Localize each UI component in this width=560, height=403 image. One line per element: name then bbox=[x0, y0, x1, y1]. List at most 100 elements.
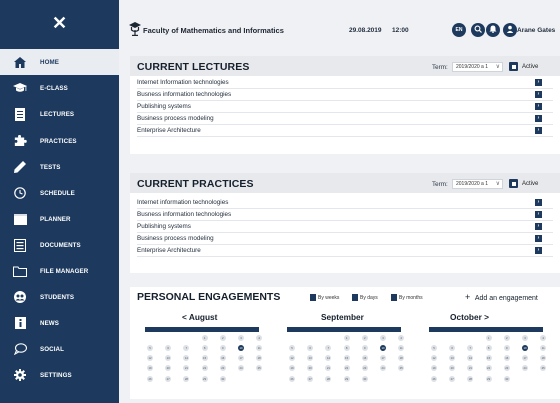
calendar-day[interactable]: 26 bbox=[289, 375, 295, 382]
calendar-day[interactable]: 16 bbox=[503, 355, 510, 362]
calendar-day[interactable]: 12 bbox=[289, 355, 295, 362]
filter-by-months[interactable]: By months bbox=[391, 294, 423, 301]
calendar-day[interactable]: 28 bbox=[325, 375, 332, 382]
calendar-day[interactable]: 28 bbox=[467, 375, 474, 382]
calendar-day[interactable]: 14 bbox=[325, 355, 332, 362]
calendar-day[interactable]: 12 bbox=[431, 355, 437, 362]
calendar-day[interactable]: 29 bbox=[201, 375, 208, 382]
calendar-day[interactable]: 26 bbox=[147, 375, 153, 382]
close-menu-button[interactable]: ✕ bbox=[0, 0, 119, 47]
list-item[interactable]: Publishing systems › bbox=[137, 221, 553, 233]
calendar-day[interactable]: 20 bbox=[165, 365, 172, 372]
calendar-day[interactable]: 4 bbox=[540, 334, 547, 341]
calendar-day[interactable]: 17 bbox=[238, 355, 244, 362]
list-item[interactable]: Busness information technologies › bbox=[137, 89, 553, 101]
sidebar-item-students[interactable]: STUDENTS bbox=[0, 284, 119, 310]
calendar-day[interactable]: 17 bbox=[522, 355, 528, 362]
calendar-day[interactable]: 6 bbox=[449, 344, 456, 351]
calendar-day[interactable]: 18 bbox=[540, 355, 547, 362]
sidebar-item-lectures[interactable]: LECTURES bbox=[0, 101, 119, 127]
sidebar-item-schedule[interactable]: SCHEDULE bbox=[0, 180, 119, 206]
calendar-day[interactable]: 15 bbox=[343, 355, 350, 362]
list-item[interactable]: Business process modeling › bbox=[137, 113, 553, 125]
calendar-day[interactable]: 15 bbox=[201, 355, 208, 362]
chevron-right-icon[interactable]: › bbox=[535, 211, 542, 218]
prev-month-button[interactable]: < bbox=[182, 312, 187, 322]
list-item[interactable]: Publishing systems › bbox=[137, 101, 553, 113]
calendar-day[interactable]: 1 bbox=[201, 334, 208, 341]
calendar-day[interactable]: 13 bbox=[307, 355, 314, 362]
calendar-day[interactable]: 27 bbox=[165, 375, 172, 382]
list-item[interactable]: Internet information technologies › bbox=[137, 197, 553, 209]
calendar-day[interactable]: 11 bbox=[256, 344, 263, 351]
calendar-day[interactable]: 20 bbox=[307, 365, 314, 372]
language-button[interactable]: EN bbox=[452, 23, 466, 37]
list-item[interactable]: Enterprise Architecture › bbox=[137, 245, 553, 257]
calendar-day[interactable]: 30 bbox=[219, 375, 226, 382]
calendar-day[interactable]: 23 bbox=[219, 365, 226, 372]
chevron-right-icon[interactable]: › bbox=[535, 91, 542, 98]
notifications-button[interactable] bbox=[486, 23, 500, 37]
calendar-day[interactable]: 21 bbox=[467, 365, 474, 372]
calendar-day[interactable]: 11 bbox=[398, 344, 405, 351]
chevron-right-icon[interactable]: › bbox=[535, 127, 542, 134]
add-engagement-button[interactable]: + Add an engagement bbox=[465, 292, 538, 302]
calendar-day[interactable]: 30 bbox=[503, 375, 510, 382]
term-select[interactable]: 2019/2020 a 1 ∨ bbox=[452, 178, 503, 189]
calendar-day[interactable]: 4 bbox=[398, 334, 405, 341]
calendar-day[interactable]: 7 bbox=[467, 344, 474, 351]
calendar-day[interactable]: 7 bbox=[325, 344, 332, 351]
chevron-right-icon[interactable]: › bbox=[535, 223, 542, 230]
calendar-day[interactable]: 30 bbox=[361, 375, 368, 382]
calendar-day[interactable]: 3 bbox=[522, 334, 528, 341]
sidebar-item-news[interactable]: NEWS bbox=[0, 310, 119, 336]
calendar-day[interactable]: 18 bbox=[256, 355, 263, 362]
calendar-day[interactable]: 2 bbox=[503, 334, 510, 341]
calendar-day[interactable]: 23 bbox=[503, 365, 510, 372]
calendar-day[interactable]: 9 bbox=[361, 344, 368, 351]
filter-by-days[interactable]: By days bbox=[352, 294, 378, 301]
calendar-day[interactable]: 10 bbox=[522, 344, 528, 351]
calendar-day[interactable]: 13 bbox=[449, 355, 456, 362]
search-button[interactable] bbox=[471, 23, 485, 37]
sidebar-item-social[interactable]: SOCIAL bbox=[0, 336, 119, 362]
sidebar-item-e-class[interactable]: E-CLASS bbox=[0, 75, 119, 101]
calendar-day[interactable]: 6 bbox=[307, 344, 314, 351]
calendar-day[interactable]: 8 bbox=[343, 344, 350, 351]
calendar-day[interactable]: 5 bbox=[431, 344, 437, 351]
calendar-day[interactable]: 9 bbox=[219, 344, 226, 351]
calendar-day[interactable]: 16 bbox=[361, 355, 368, 362]
calendar-day[interactable]: 19 bbox=[431, 365, 437, 372]
calendar-day[interactable]: 7 bbox=[183, 344, 190, 351]
calendar-day[interactable]: 14 bbox=[467, 355, 474, 362]
list-item[interactable]: Internet Information technologies › bbox=[137, 77, 553, 89]
calendar-day[interactable]: 6 bbox=[165, 344, 172, 351]
chevron-right-icon[interactable]: › bbox=[535, 199, 542, 206]
calendar-day[interactable]: 18 bbox=[398, 355, 405, 362]
calendar-day[interactable]: 24 bbox=[522, 365, 528, 372]
calendar-day[interactable]: 22 bbox=[343, 365, 350, 372]
list-item[interactable]: Enterprise Architecture › bbox=[137, 125, 553, 137]
calendar-day[interactable]: 20 bbox=[449, 365, 456, 372]
calendar-day[interactable]: 2 bbox=[361, 334, 368, 341]
calendar-day[interactable]: 4 bbox=[256, 334, 263, 341]
calendar-day[interactable]: 12 bbox=[147, 355, 153, 362]
calendar-day[interactable]: 26 bbox=[431, 375, 437, 382]
calendar-day[interactable]: 24 bbox=[380, 365, 386, 372]
calendar-day[interactable]: 29 bbox=[485, 375, 492, 382]
calendar-day[interactable]: 1 bbox=[343, 334, 350, 341]
calendar-day[interactable]: 8 bbox=[485, 344, 492, 351]
calendar-day[interactable]: 27 bbox=[307, 375, 314, 382]
calendar-day[interactable]: 8 bbox=[201, 344, 208, 351]
sidebar-item-home[interactable]: HOME bbox=[0, 49, 119, 75]
calendar-day[interactable]: 22 bbox=[485, 365, 492, 372]
calendar-day[interactable]: 25 bbox=[398, 365, 405, 372]
calendar-day[interactable]: 10 bbox=[238, 344, 244, 351]
chevron-right-icon[interactable]: › bbox=[535, 247, 542, 254]
calendar-day[interactable]: 28 bbox=[183, 375, 190, 382]
calendar-day[interactable]: 19 bbox=[147, 365, 153, 372]
calendar-day[interactable]: 3 bbox=[380, 334, 386, 341]
list-item[interactable]: Busness information technologies › bbox=[137, 209, 553, 221]
calendar-day[interactable]: 24 bbox=[238, 365, 244, 372]
filter-by-weeks[interactable]: By weeks bbox=[310, 294, 339, 301]
